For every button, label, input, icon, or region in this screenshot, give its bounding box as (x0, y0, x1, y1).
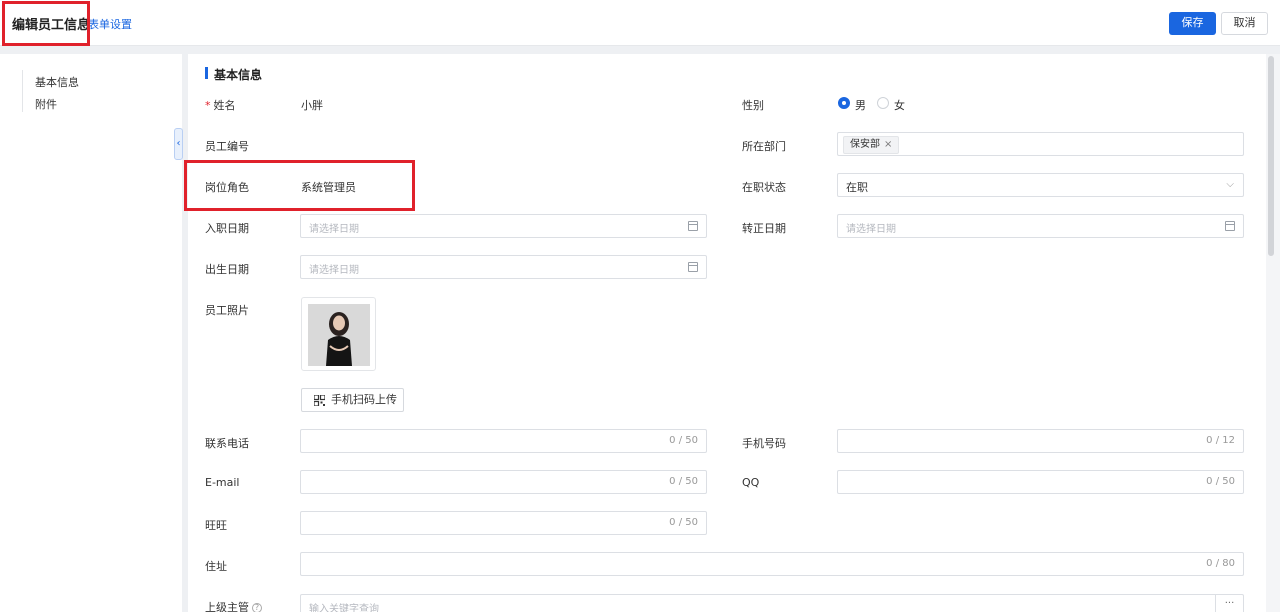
chevron-down-icon: ⌵ (1226, 179, 1234, 190)
address-char-counter: 0 / 80 (1206, 558, 1235, 569)
birth-date-placeholder: 请选择日期 (309, 265, 359, 276)
employee-photo (308, 304, 370, 366)
section-accent-bar (205, 67, 208, 79)
gender-radio-female[interactable] (877, 97, 889, 109)
gender-radio-male[interactable] (838, 97, 850, 109)
hire-date-placeholder: 请选择日期 (309, 224, 359, 235)
birth-date-picker[interactable]: 请选择日期 (300, 255, 707, 279)
close-icon[interactable]: × (884, 139, 892, 150)
regular-date-picker[interactable]: 请选择日期 (837, 214, 1244, 238)
phone-label: 联系电话 (205, 437, 249, 450)
mobile-label: 手机号码 (742, 437, 786, 450)
role-label: 岗位角色 (205, 181, 249, 194)
name-label: * 姓名 (205, 99, 236, 112)
mobile-input[interactable]: 0 / 12 (837, 429, 1244, 453)
qq-label: QQ (742, 476, 760, 489)
regular-date-placeholder: 请选择日期 (846, 224, 896, 235)
supervisor-input[interactable]: 输入关键字查询 ··· (300, 594, 1244, 612)
more-icon[interactable]: ··· (1215, 595, 1243, 612)
required-mark: * (205, 99, 211, 112)
address-label: 住址 (205, 560, 227, 573)
department-tag: 保安部 × (843, 136, 900, 154)
sidebar-item-basic-info[interactable]: 基本信息 (35, 74, 79, 90)
top-bar: 编辑员工信息 表单设置 保存 取消 (0, 0, 1280, 46)
page-title: 编辑员工信息 (12, 18, 91, 33)
gender-option-female[interactable]: 女 (894, 97, 905, 113)
address-input[interactable]: 0 / 80 (300, 552, 1244, 576)
qq-char-counter: 0 / 50 (1206, 476, 1235, 487)
hire-date-picker[interactable]: 请选择日期 (300, 214, 707, 238)
calendar-icon (1225, 221, 1235, 231)
supervisor-placeholder: 输入关键字查询 (309, 604, 379, 612)
email-input[interactable]: 0 / 50 (300, 470, 707, 494)
phone-input[interactable]: 0 / 50 (300, 429, 707, 453)
qq-input[interactable]: 0 / 50 (837, 470, 1244, 494)
mobile-char-counter: 0 / 12 (1206, 435, 1235, 446)
employee-no-label: 员工编号 (205, 140, 249, 153)
scrollbar-thumb[interactable] (1268, 56, 1274, 256)
email-label: E-mail (205, 476, 240, 489)
help-icon[interactable]: ? (252, 603, 262, 612)
hire-date-label: 入职日期 (205, 222, 249, 235)
email-char-counter: 0 / 50 (669, 476, 698, 487)
wangwang-char-counter: 0 / 50 (669, 517, 698, 528)
photo-label: 员工照片 (205, 304, 249, 317)
supervisor-label: 上级主管? (205, 599, 262, 612)
qr-code-icon (314, 395, 325, 406)
name-value: 小胖 (301, 99, 323, 112)
sidebar-divider (22, 70, 23, 112)
role-value: 系统管理员 (301, 181, 356, 194)
employment-status-select[interactable]: 在职 ⌵ (837, 173, 1244, 197)
cancel-button[interactable]: 取消 (1221, 12, 1268, 35)
calendar-icon (688, 221, 698, 231)
chevron-left-icon[interactable]: ‹ (174, 128, 183, 160)
section-title: 基本信息 (214, 68, 263, 82)
scan-upload-button[interactable]: 手机扫码上传 (301, 388, 404, 412)
regular-date-label: 转正日期 (742, 222, 786, 235)
calendar-icon (688, 262, 698, 272)
department-label: 所在部门 (742, 140, 786, 153)
department-select[interactable]: 保安部 × (837, 132, 1244, 156)
wangwang-label: 旺旺 (205, 519, 227, 532)
photo-upload-card[interactable] (301, 297, 376, 371)
sidebar: 基本信息 附件 (0, 54, 182, 612)
employment-status-label: 在职状态 (742, 181, 786, 194)
gender-label: 性别 (742, 99, 764, 112)
save-button[interactable]: 保存 (1169, 12, 1216, 35)
wangwang-input[interactable]: 0 / 50 (300, 511, 707, 535)
gender-option-male[interactable]: 男 (855, 97, 866, 113)
employment-status-value: 在职 (846, 181, 868, 194)
birth-date-label: 出生日期 (205, 263, 249, 276)
phone-char-counter: 0 / 50 (669, 435, 698, 446)
form-settings-link[interactable]: 表单设置 (88, 16, 132, 32)
sidebar-item-attachments[interactable]: 附件 (35, 96, 57, 112)
